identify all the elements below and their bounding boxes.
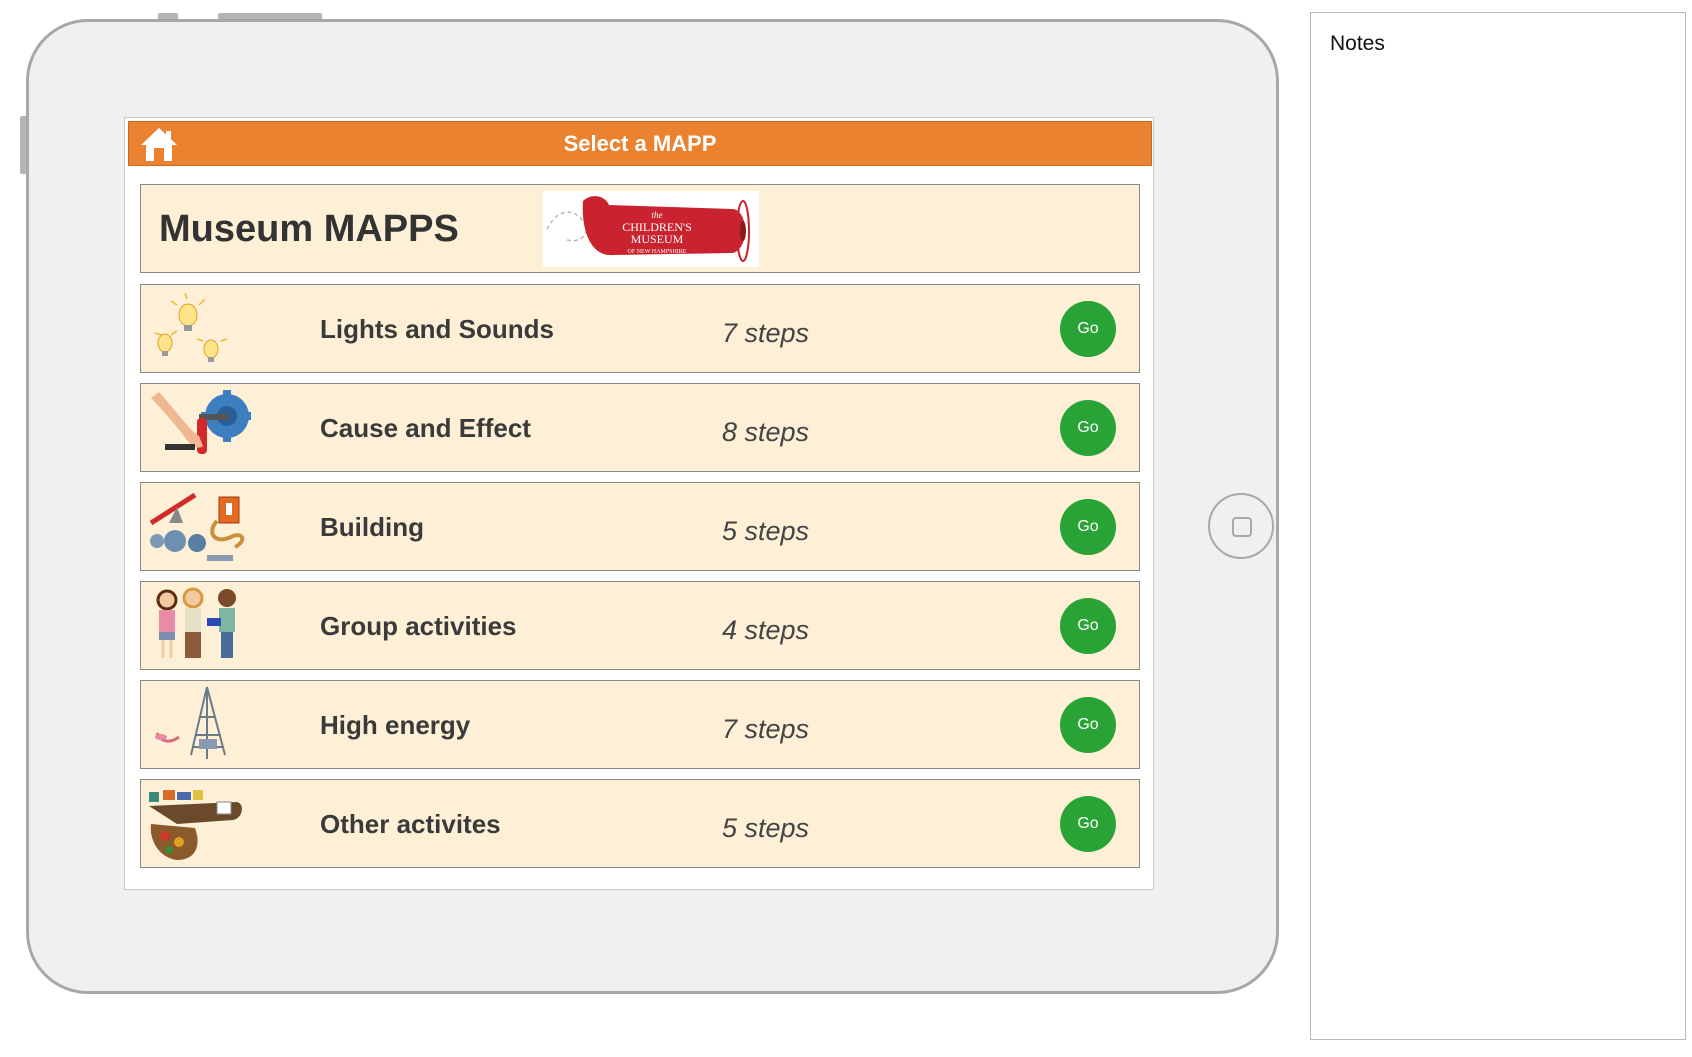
ipad-home-button[interactable] xyxy=(1208,493,1274,559)
app-screen: Select a MAPP Museum MAPPS the CHILDREN'… xyxy=(124,117,1154,890)
activity-row-lights-and-sounds: Lights and Sounds 7 steps Go xyxy=(140,284,1140,373)
craft-table-icon xyxy=(147,784,251,864)
activity-steps: 4 steps xyxy=(722,615,810,645)
activity-name: Lights and Sounds xyxy=(320,314,554,344)
go-button-cause-and-effect[interactable]: Go xyxy=(1060,400,1116,456)
activity-name: High energy xyxy=(320,710,471,740)
header-title: Museum MAPPS xyxy=(159,208,459,250)
activity-steps: 7 steps xyxy=(722,714,810,744)
activity-row-high-energy: High energy 7 steps Go xyxy=(140,680,1140,769)
title-bar: Select a MAPP xyxy=(128,121,1152,166)
building-tools-icon xyxy=(147,487,251,567)
activity-steps: 7 steps xyxy=(722,318,810,348)
light-bulbs-icon xyxy=(147,289,251,369)
activity-steps: 8 steps xyxy=(722,417,810,447)
go-button-other-activites[interactable]: Go xyxy=(1060,796,1116,852)
activity-steps: 5 steps xyxy=(722,516,810,546)
go-button-lights-and-sounds[interactable]: Go xyxy=(1060,301,1116,357)
activity-row-building: Building 5 steps Go xyxy=(140,482,1140,571)
logo-line-3: MUSEUM xyxy=(631,232,684,246)
activity-steps: 5 steps xyxy=(722,813,810,843)
activity-name: Building xyxy=(320,512,424,542)
children-group-icon xyxy=(147,586,251,666)
activity-row-cause-and-effect: Cause and Effect 8 steps Go xyxy=(140,383,1140,472)
tower-structure-icon xyxy=(147,685,251,765)
go-button-group-activities[interactable]: Go xyxy=(1060,598,1116,654)
activity-row-other-activites: Other activites 5 steps Go xyxy=(140,779,1140,868)
go-button-building[interactable]: Go xyxy=(1060,499,1116,555)
activity-name: Other activites xyxy=(320,809,501,839)
header-card: Museum MAPPS the CHILDREN'S MUSEUM OF NE… xyxy=(140,184,1140,273)
activity-row-group-activities: Group activities 4 steps Go xyxy=(140,581,1140,670)
hand-crank-gear-icon xyxy=(147,388,251,468)
notes-panel[interactable]: Notes xyxy=(1310,12,1686,1040)
activity-name: Cause and Effect xyxy=(320,413,531,443)
page-title: Select a MAPP xyxy=(563,131,717,156)
go-button-high-energy[interactable]: Go xyxy=(1060,697,1116,753)
logo-line-4: OF NEW HAMPSHIRE xyxy=(628,249,687,255)
activity-name: Group activities xyxy=(320,611,517,641)
home-icon[interactable] xyxy=(139,125,179,163)
logo-line-1: the xyxy=(652,210,663,220)
home-button-square-icon xyxy=(1232,517,1252,537)
notes-title: Notes xyxy=(1330,32,1385,55)
childrens-museum-logo: the CHILDREN'S MUSEUM OF NEW HAMPSHIRE xyxy=(543,191,759,267)
